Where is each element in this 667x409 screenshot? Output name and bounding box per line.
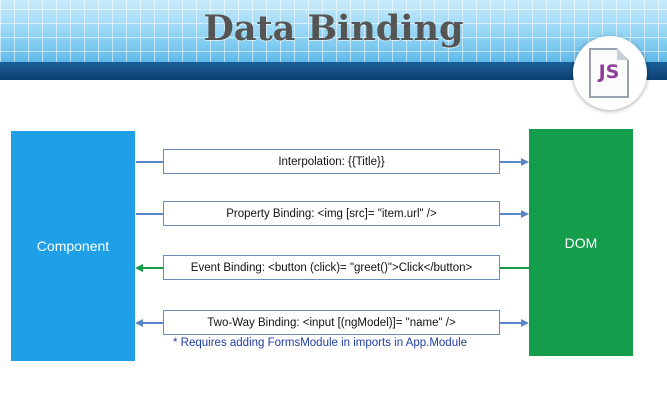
arrow-line [136, 161, 163, 163]
arrow-line [500, 267, 529, 269]
document-icon: JS [589, 48, 629, 98]
arrow-line [143, 267, 163, 269]
binding-label: Event Binding: <button (click)= "greet()… [190, 261, 473, 274]
arrow-head-right [521, 158, 529, 166]
property-binding-box: Property Binding: <img [src]= "item.url"… [163, 201, 500, 226]
dom-label: DOM [564, 234, 598, 251]
arrow-head-right [521, 319, 529, 327]
component-block: Component [11, 131, 135, 361]
forms-module-note: * Requires adding FormsModule in imports… [173, 337, 468, 349]
js-logo-text: JS [598, 61, 620, 83]
event-binding-box: Event Binding: <button (click)= "greet()… [163, 255, 500, 280]
component-label: Component [36, 238, 110, 254]
dom-block: DOM [529, 129, 633, 356]
binding-label: Property Binding: <img [src]= "item.url"… [226, 207, 437, 220]
binding-label: Interpolation: {{Title}} [278, 155, 385, 168]
arrow-line [500, 213, 521, 215]
two-way-binding-box: Two-Way Binding: <input [(ngModel)]= "na… [163, 310, 500, 335]
arrow-head-left [135, 264, 143, 272]
arrow-line [143, 322, 163, 324]
binding-label: Two-Way Binding: <input [(ngModel)]= "na… [207, 316, 456, 329]
arrow-line [500, 161, 521, 163]
arrow-head-left [135, 319, 143, 327]
arrow-head-right [521, 210, 529, 218]
js-file-icon: JS [573, 36, 647, 110]
interpolation-binding-box: Interpolation: {{Title}} [163, 149, 500, 174]
arrow-line [136, 213, 163, 215]
page-fold [617, 48, 629, 60]
page-title: Data Binding [203, 8, 464, 49]
header-band [0, 62, 667, 80]
arrow-line [500, 322, 521, 324]
header-banner: Data Binding [0, 0, 667, 80]
